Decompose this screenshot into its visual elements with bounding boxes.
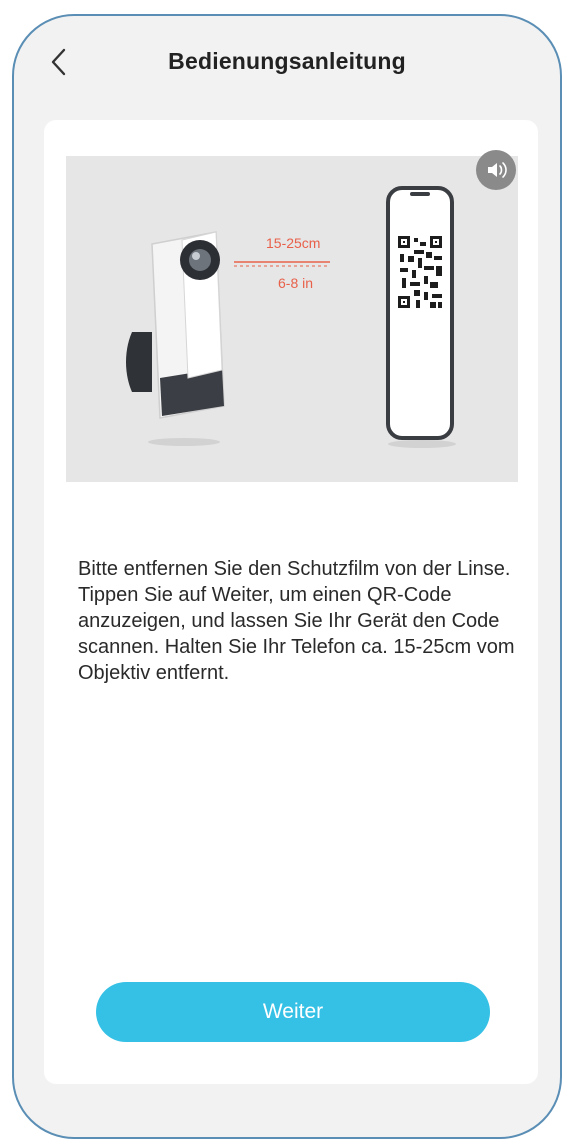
instruction-text: Bitte entfernen Sie den Schutzfilm von d…: [78, 558, 515, 684]
distance-in-label: 6-8 in: [278, 275, 313, 291]
sound-toggle-button[interactable]: [476, 150, 516, 190]
next-button[interactable]: Weiter: [96, 982, 490, 1042]
speaker-icon: [488, 162, 507, 178]
distance-cm-label: 15-25cm: [266, 235, 320, 251]
setup-illustration: 15-25cm 6-8 in: [66, 150, 518, 482]
page-title: Bedienungsanleitung: [168, 48, 406, 74]
content-card: 15-25cm 6-8 in Bitte entfernen Sie den S…: [44, 120, 538, 1084]
camera-phone-scene: 15-25cm 6-8 in: [126, 186, 456, 448]
header-bar: Bedienungsanleitung: [14, 38, 560, 88]
phone-frame: Bedienungsanleitung 15-25cm 6-8 in Bitte…: [12, 14, 562, 1139]
